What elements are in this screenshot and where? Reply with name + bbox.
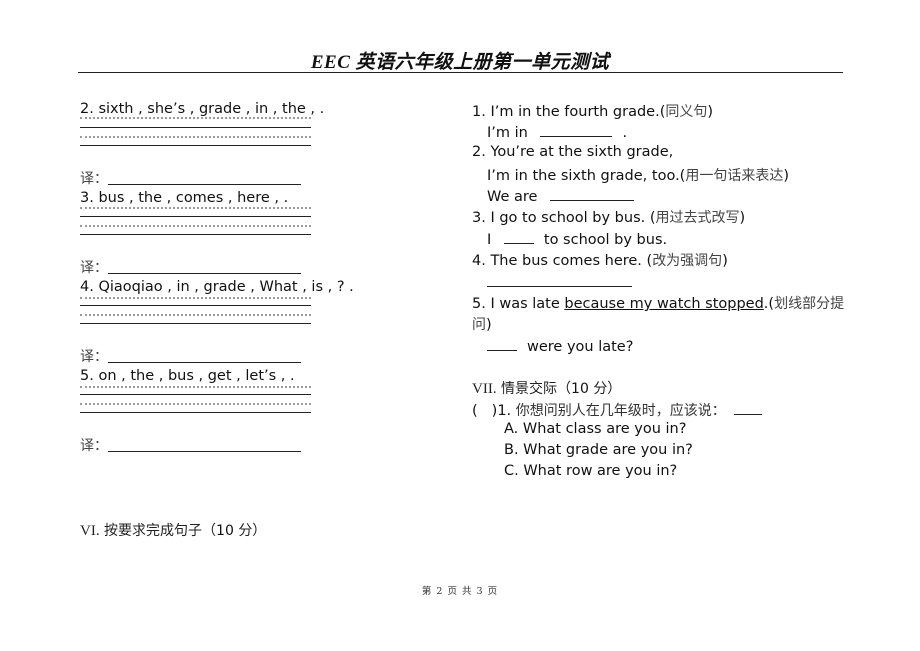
writing-line[interactable] [80, 117, 311, 119]
writing-line[interactable] [80, 305, 311, 306]
question-5-prompt: 5. I was late because my watch stopped.(… [472, 296, 845, 312]
translation-blank[interactable] [108, 451, 301, 452]
writing-line[interactable] [80, 412, 311, 413]
answer-blank[interactable] [503, 229, 534, 244]
translation-blank[interactable] [108, 184, 301, 185]
translation-row-3: 译： [80, 257, 301, 277]
translation-label: 译： [80, 260, 108, 276]
question-2-prompt: 2. You’re at the sixth grade, [472, 144, 674, 160]
answer-bracket-open[interactable]: ( [472, 403, 478, 419]
translation-row-4: 译： [80, 346, 301, 366]
answer-blank[interactable] [540, 122, 613, 137]
writing-line[interactable] [80, 216, 311, 217]
writing-line[interactable] [80, 386, 311, 388]
answer-blank[interactable] [487, 286, 632, 287]
writing-line[interactable] [80, 234, 311, 235]
section-vii-heading: VII. 情景交际（10 分） [472, 381, 622, 397]
answer-blank[interactable] [734, 400, 763, 415]
document-title: EEC 英语六年级上册第一单元测试 [310, 52, 610, 73]
translation-row-5: 译： [80, 435, 301, 455]
writing-line[interactable] [80, 323, 311, 324]
underlined-phrase: because my watch stopped [564, 296, 764, 312]
writing-line[interactable] [80, 403, 311, 405]
question-5-answer: were you late? [487, 336, 633, 355]
question-1-prompt: 1. I’m in the fourth grade.(同义句) [472, 104, 714, 120]
translation-label: 译： [80, 349, 108, 365]
writing-line[interactable] [80, 207, 311, 209]
question-2-prompt-line2: I’m in the sixth grade, too.(用一句话来表达) [487, 168, 790, 184]
scrambled-sentence-2: 2. sixth , she’s , grade , in , the , . [80, 101, 325, 117]
option-b: B. What grade are you in? [504, 442, 693, 458]
question-3-answer: I to school by bus. [487, 229, 667, 248]
translation-row-2: 译： [80, 168, 301, 188]
scrambled-sentence-3: 3. bus , the , comes , here , . [80, 190, 289, 206]
writing-line[interactable] [80, 394, 311, 395]
writing-line[interactable] [80, 297, 311, 299]
translation-label: 译： [80, 438, 108, 454]
question-2-answer: We are [487, 186, 635, 205]
question-3-prompt: 3. I go to school by bus. (用过去式改写) [472, 210, 746, 226]
option-a: A. What class are you in? [504, 421, 687, 437]
question-1-answer: I’m in . [487, 122, 627, 141]
option-c: C. What row are you in? [504, 463, 678, 479]
situational-question-1: ()1. 你想问别人在几年级时，应该说： [472, 400, 763, 420]
writing-line[interactable] [80, 136, 311, 138]
translation-label: 译： [80, 171, 108, 187]
scrambled-sentence-5: 5. on , the , bus , get , let’s , . [80, 368, 295, 384]
translation-blank[interactable] [108, 273, 301, 274]
writing-line[interactable] [80, 127, 311, 128]
question-5-prompt-line2: 问) [472, 317, 492, 333]
header-divider [78, 72, 843, 73]
answer-blank[interactable] [550, 186, 635, 201]
worksheet-page: EEC 英语六年级上册第一单元测试 2. sixth , she’s , gra… [0, 0, 920, 651]
scrambled-sentence-4: 4. Qiaoqiao , in , grade , What , is , ?… [80, 279, 354, 295]
translation-blank[interactable] [108, 362, 301, 363]
answer-blank[interactable] [487, 336, 517, 351]
question-4-prompt: 4. The bus comes here. (改为强调句) [472, 253, 728, 269]
writing-line[interactable] [80, 225, 311, 227]
section-vi-heading: VI. 按要求完成句子（10 分） [80, 523, 267, 539]
writing-line[interactable] [80, 314, 311, 316]
writing-line[interactable] [80, 145, 311, 146]
page-number: 第 2 页 共 3 页 [421, 586, 499, 597]
